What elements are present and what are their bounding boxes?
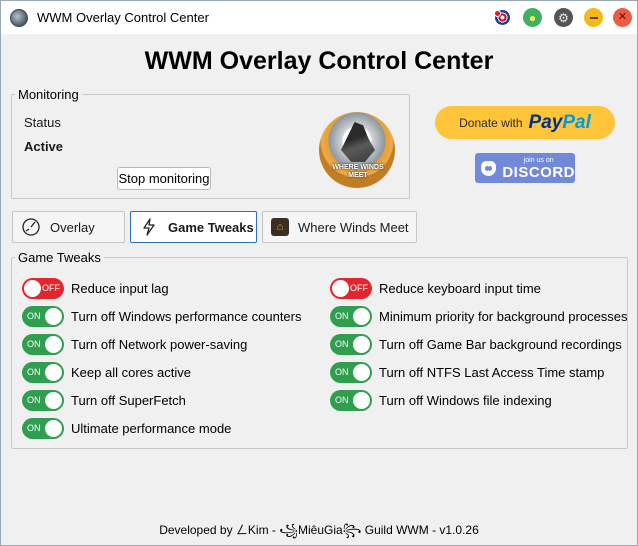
game-icon: ⌂	[271, 218, 289, 236]
toggle-switch[interactable]: OFF	[330, 277, 372, 299]
toggle-knob	[353, 391, 370, 409]
tweak-row: ON Minimum priority for background proces…	[330, 305, 628, 327]
toggle-state-text: ON	[27, 422, 41, 433]
toggle-switch[interactable]: ON	[22, 361, 64, 383]
lightning-icon	[139, 217, 159, 237]
toggle-switch[interactable]: ON	[22, 305, 64, 327]
language-flag-icon[interactable]	[493, 8, 512, 27]
tweak-label: Minimum priority for background processe…	[379, 308, 628, 324]
tab-game-tweaks-label: Game Tweaks	[168, 219, 254, 235]
donate-paypal-button[interactable]: Donate with PayPal	[435, 106, 615, 139]
toggle-knob	[45, 391, 62, 409]
tweak-row: ON Keep all cores active	[22, 361, 191, 383]
tab-where-winds-meet-label: Where Winds Meet	[298, 219, 409, 235]
toggle-switch[interactable]: OFF	[22, 277, 64, 299]
tweak-row: ON Turn off Windows file indexing	[330, 389, 552, 411]
tweak-label: Ultimate performance mode	[71, 420, 232, 436]
paypal-logo: PayPal	[529, 112, 591, 134]
tweak-row: ON Turn off Windows performance counters	[22, 305, 302, 327]
page-title: WWM Overlay Control Center	[144, 47, 494, 75]
tweak-row: ON Turn off SuperFetch	[22, 389, 186, 411]
window-title: WWM Overlay Control Center	[37, 10, 209, 25]
discord-label: join us on DISCORD	[502, 157, 575, 180]
tab-overlay[interactable]: Overlay	[12, 211, 125, 243]
tab-where-winds-meet[interactable]: ⌂ Where Winds Meet	[262, 211, 417, 243]
toggle-state-text: ON	[335, 338, 349, 349]
toggle-knob	[45, 335, 62, 353]
tweak-label: Turn off Network power-saving	[71, 336, 248, 352]
tweak-row: OFF Reduce keyboard input time	[330, 277, 541, 299]
toggle-state-text: ON	[335, 310, 349, 321]
discord-button[interactable]: join us on DISCORD	[475, 153, 575, 183]
toggle-knob	[353, 363, 370, 381]
toggle-state-text: ON	[27, 366, 41, 377]
tweak-label: Turn off Windows file indexing	[379, 392, 552, 408]
tweak-label: Turn off SuperFetch	[71, 392, 186, 408]
tweak-label: Reduce keyboard input time	[379, 280, 541, 296]
tweak-row: ON Turn off Game Bar background recording…	[330, 333, 622, 355]
game-logo: WHERE WINDS MEET	[319, 112, 395, 188]
footer-credits: Developed by ㄥKim - ꧁MiêuGia꧂ Guild WWM …	[159, 523, 479, 537]
tweak-row: ON Turn off NTFS Last Access Time stamp	[330, 361, 604, 383]
status-value: Active	[24, 139, 64, 154]
toggle-switch[interactable]: ON	[22, 389, 64, 411]
toggle-state-text: ON	[335, 394, 349, 405]
title-bar: WWM Overlay Control Center ● ⚙ ✕	[1, 1, 637, 34]
settings-icon[interactable]: ⚙	[554, 8, 573, 27]
tweak-row: ON Ultimate performance mode	[22, 417, 231, 439]
toggle-state-text: ON	[27, 394, 41, 405]
toggle-knob	[332, 279, 349, 297]
logo-figure	[341, 122, 375, 162]
toggle-state-text: ON	[27, 338, 41, 349]
game-tweaks-group-label: Game Tweaks	[15, 250, 104, 265]
toggle-switch[interactable]: ON	[330, 333, 372, 355]
toggle-state-text: OFF	[350, 282, 368, 293]
paypal-with-label: Donate with	[459, 115, 523, 130]
tweak-row: ON Turn off Network power-saving	[22, 333, 247, 355]
stop-monitoring-button[interactable]: Stop monitoring	[117, 167, 211, 190]
discord-icon	[481, 160, 497, 176]
toggle-knob	[45, 307, 62, 325]
tweak-label: Turn off NTFS Last Access Time stamp	[379, 364, 605, 380]
toggle-switch[interactable]: ON	[330, 389, 372, 411]
toggle-knob	[45, 419, 62, 437]
tab-game-tweaks[interactable]: Game Tweaks	[130, 211, 257, 243]
tweak-label: Turn off Game Bar background recordings	[379, 336, 622, 352]
toggle-knob	[45, 363, 62, 381]
gauge-icon	[21, 217, 41, 237]
app-window: WWM Overlay Control Center ● ⚙ ✕ WWM Ove…	[0, 0, 638, 546]
toggle-knob	[24, 279, 41, 297]
toggle-state-text: ON	[27, 310, 41, 321]
tweak-row: OFF Reduce input lag	[22, 277, 169, 299]
tweak-label: Reduce input lag	[71, 280, 169, 296]
toggle-switch[interactable]: ON	[330, 361, 372, 383]
paypal-brand-pal: Pal	[562, 111, 591, 133]
monitoring-group-label: Monitoring	[15, 87, 82, 102]
logo-text: WHERE WINDS MEET	[332, 164, 384, 179]
paypal-brand-pay: Pay	[528, 111, 563, 133]
toggle-knob	[353, 335, 370, 353]
discord-big-text: DISCORD	[502, 163, 575, 181]
tweak-label: Keep all cores active	[71, 364, 191, 380]
tweak-label: Turn off Windows performance counters	[71, 308, 302, 324]
app-icon	[10, 9, 28, 27]
toggle-state-text: OFF	[42, 282, 60, 293]
toggle-switch[interactable]: ON	[22, 333, 64, 355]
lightbulb-icon[interactable]: ●	[523, 8, 542, 27]
close-icon[interactable]: ✕	[613, 8, 632, 27]
toggle-switch[interactable]: ON	[22, 417, 64, 439]
toggle-knob	[353, 307, 370, 325]
toggle-state-text: ON	[335, 366, 349, 377]
minimize-icon[interactable]	[584, 8, 603, 27]
toggle-switch[interactable]: ON	[330, 305, 372, 327]
tab-overlay-label: Overlay	[50, 219, 95, 235]
status-label: Status	[24, 115, 61, 130]
